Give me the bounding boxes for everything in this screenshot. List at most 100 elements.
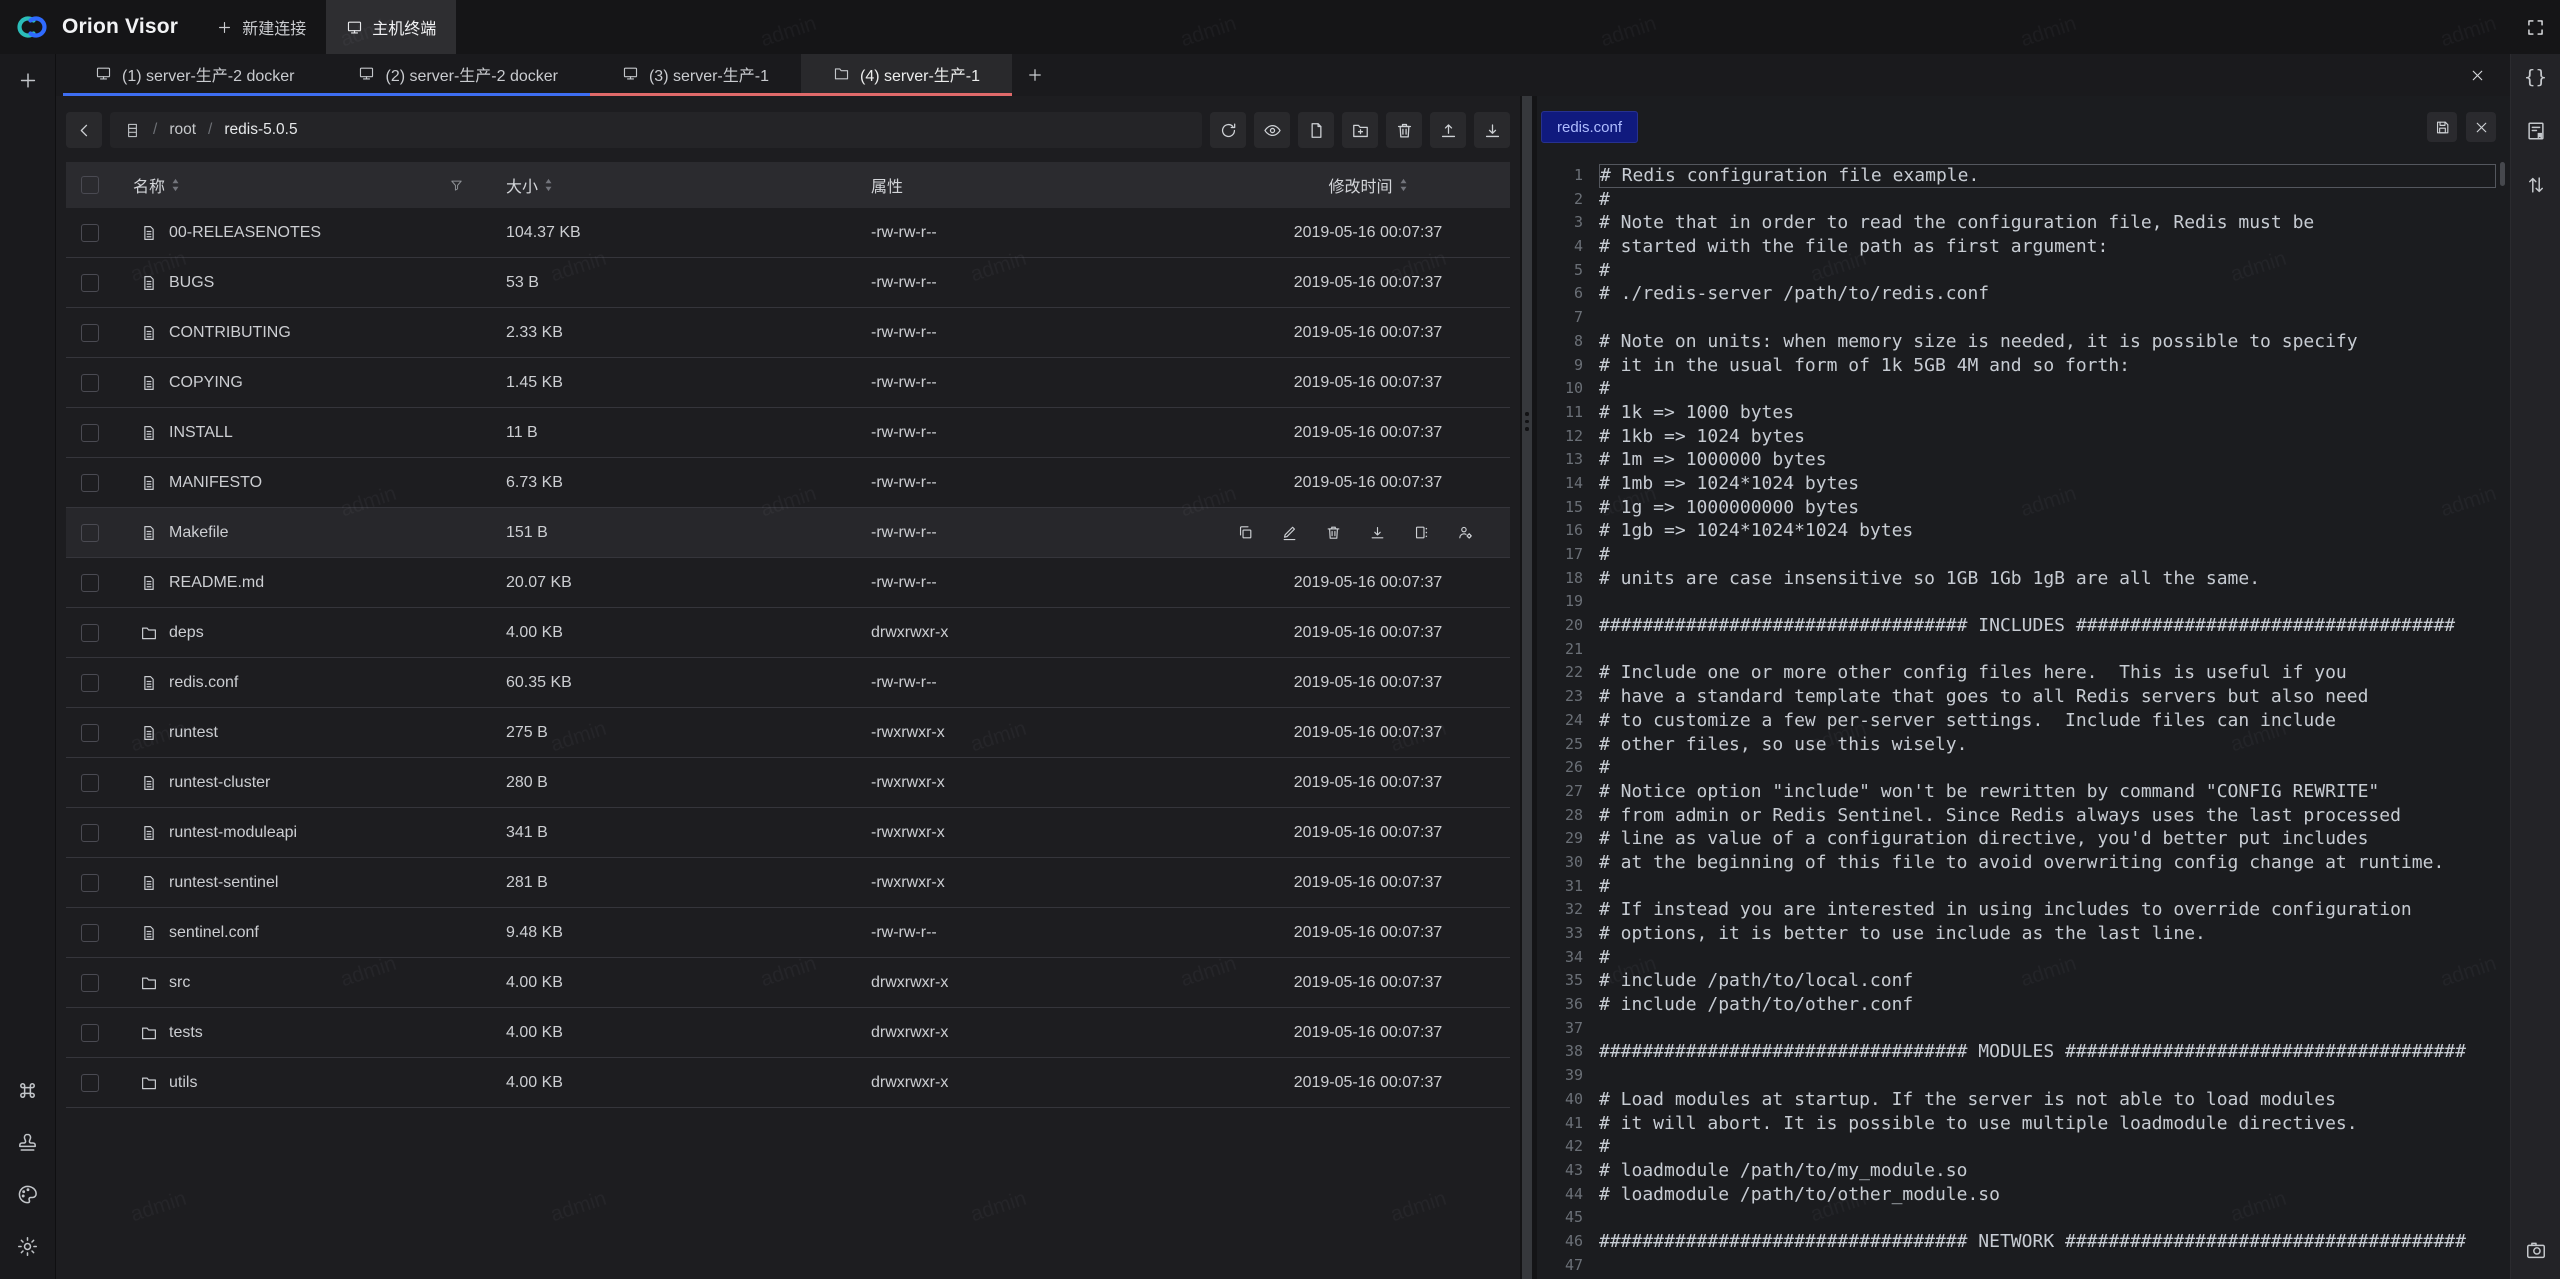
editor-line[interactable]: 39 — [1537, 1064, 2510, 1088]
file-row[interactable]: COPYING 1.45 KB -rw-rw-r-- 2019-05-16 00… — [66, 358, 1510, 408]
file-row[interactable]: 00-RELEASENOTES 104.37 KB -rw-rw-r-- 201… — [66, 208, 1510, 258]
file-row[interactable]: BUGS 53 B -rw-rw-r-- 2019-05-16 00:07:37 — [66, 258, 1510, 308]
editor-braces-button[interactable]: {} — [2519, 60, 2553, 94]
file-row[interactable]: src 4.00 KB drwxrwxr-x 2019-05-16 00:07:… — [66, 958, 1510, 1008]
download-button[interactable] — [1474, 112, 1510, 148]
editor-line[interactable]: 15 # 1g => 1000000000 bytes — [1537, 496, 2510, 520]
editor-line[interactable]: 43 # loadmodule /path/to/my_module.so — [1537, 1159, 2510, 1183]
row-checkbox[interactable] — [81, 424, 99, 442]
close-all-tabs-button[interactable] — [2460, 54, 2494, 96]
row-checkbox[interactable] — [81, 924, 99, 942]
editor-line[interactable]: 35 # include /path/to/local.conf — [1537, 969, 2510, 993]
row-checkbox[interactable] — [81, 474, 99, 492]
editor-line[interactable]: 23 # have a standard template that goes … — [1537, 685, 2510, 709]
row-checkbox[interactable] — [81, 524, 99, 542]
file-row[interactable]: MANIFESTO 6.73 KB -rw-rw-r-- 2019-05-16 … — [66, 458, 1510, 508]
sort-icon[interactable] — [544, 178, 553, 192]
tab-server-1[interactable]: (1) server-生产-2 docker — [63, 54, 326, 96]
file-row[interactable]: README.md 20.07 KB -rw-rw-r-- 2019-05-16… — [66, 558, 1510, 608]
row-checkbox[interactable] — [81, 1074, 99, 1092]
theme-button[interactable] — [11, 1177, 45, 1211]
delete-icon[interactable] — [1325, 524, 1342, 541]
editor-line[interactable]: 34 # — [1537, 946, 2510, 970]
editor-line[interactable]: 8 # Note on units: when memory size is n… — [1537, 330, 2510, 354]
column-header-size[interactable]: 大小 — [466, 173, 846, 197]
row-checkbox[interactable] — [81, 1024, 99, 1042]
editor-line[interactable]: 27 # Notice option "include" won't be re… — [1537, 780, 2510, 804]
file-row[interactable]: Makefile 151 B -rw-rw-r-- — [66, 508, 1510, 558]
editor-line[interactable]: 5 # — [1537, 259, 2510, 283]
file-row[interactable]: redis.conf 60.35 KB -rw-rw-r-- 2019-05-1… — [66, 658, 1510, 708]
move-icon[interactable] — [1413, 524, 1430, 541]
editor-line[interactable]: 2 # — [1537, 188, 2510, 212]
code-area[interactable]: 1 # Redis configuration file example. 2 … — [1537, 158, 2510, 1277]
file-row[interactable]: sentinel.conf 9.48 KB -rw-rw-r-- 2019-05… — [66, 908, 1510, 958]
sort-icon[interactable] — [1399, 178, 1408, 192]
row-checkbox[interactable] — [81, 724, 99, 742]
editor-line[interactable]: 14 # 1mb => 1024*1024 bytes — [1537, 472, 2510, 496]
editor-line[interactable]: 21 — [1537, 638, 2510, 662]
row-checkbox[interactable] — [81, 874, 99, 892]
editor-line[interactable]: 18 # units are case insensitive so 1GB 1… — [1537, 567, 2510, 591]
editor-file-tab[interactable]: redis.conf — [1541, 111, 1638, 143]
file-row[interactable]: tests 4.00 KB drwxrwxr-x 2019-05-16 00:0… — [66, 1008, 1510, 1058]
file-row[interactable]: deps 4.00 KB drwxrwxr-x 2019-05-16 00:07… — [66, 608, 1510, 658]
settings-button[interactable] — [11, 1229, 45, 1263]
file-row[interactable]: runtest-moduleapi 341 B -rwxrwxr-x 2019-… — [66, 808, 1510, 858]
row-checkbox[interactable] — [81, 974, 99, 992]
delete-button[interactable] — [1386, 112, 1422, 148]
breadcrumb-current[interactable]: redis-5.0.5 — [224, 121, 297, 139]
row-checkbox[interactable] — [81, 574, 99, 592]
breadcrumb-root[interactable]: root — [169, 121, 196, 139]
sort-icon[interactable] — [171, 178, 180, 192]
editor-line[interactable]: 40 # Load modules at startup. If the ser… — [1537, 1088, 2510, 1112]
editor-line[interactable]: 6 # ./redis-server /path/to/redis.conf — [1537, 282, 2510, 306]
row-checkbox[interactable] — [81, 274, 99, 292]
row-checkbox[interactable] — [81, 624, 99, 642]
copy-icon[interactable] — [1237, 524, 1254, 541]
editor-line[interactable]: 38 ################################## MO… — [1537, 1040, 2510, 1064]
editor-line[interactable]: 37 — [1537, 1017, 2510, 1041]
upload-button[interactable] — [1430, 112, 1466, 148]
download-icon[interactable] — [1369, 524, 1386, 541]
row-checkbox[interactable] — [81, 374, 99, 392]
menu-host-terminal[interactable]: 主机终端 — [326, 0, 456, 54]
splitter-drag-handle[interactable] — [1525, 412, 1529, 431]
editor-line[interactable]: 12 # 1kb => 1024 bytes — [1537, 425, 2510, 449]
editor-line[interactable]: 46 ################################## NE… — [1537, 1230, 2510, 1254]
file-row[interactable]: CONTRIBUTING 2.33 KB -rw-rw-r-- 2019-05-… — [66, 308, 1510, 358]
permission-icon[interactable] — [1457, 524, 1474, 541]
editor-line[interactable]: 36 # include /path/to/other.conf — [1537, 993, 2510, 1017]
filter-icon[interactable] — [449, 178, 464, 193]
file-row[interactable]: runtest 275 B -rwxrwxr-x 2019-05-16 00:0… — [66, 708, 1510, 758]
row-checkbox[interactable] — [81, 824, 99, 842]
file-row[interactable]: runtest-cluster 280 B -rwxrwxr-x 2019-05… — [66, 758, 1510, 808]
editor-line[interactable]: 24 # to customize a few per-server setti… — [1537, 709, 2510, 733]
editor-line[interactable]: 13 # 1m => 1000000 bytes — [1537, 448, 2510, 472]
editor-line[interactable]: 7 — [1537, 306, 2510, 330]
toggle-hidden-files-button[interactable] — [1254, 112, 1290, 148]
new-connection-button[interactable] — [11, 63, 45, 97]
menu-new-connection[interactable]: 新建连接 — [196, 0, 326, 54]
editor-line[interactable]: 30 # at the beginning of this file to av… — [1537, 851, 2510, 875]
column-header-mtime[interactable]: 修改时间 — [1226, 173, 1510, 197]
row-checkbox[interactable] — [81, 674, 99, 692]
editor-line[interactable]: 4 # started with the file path as first … — [1537, 235, 2510, 259]
panel-scrollbar[interactable] — [1522, 96, 1532, 1279]
editor-line[interactable]: 45 — [1537, 1206, 2510, 1230]
editor-line[interactable]: 3 # Note that in order to read the confi… — [1537, 211, 2510, 235]
editor-line[interactable]: 41 # it will abort. It is possible to us… — [1537, 1112, 2510, 1136]
file-row[interactable]: runtest-sentinel 281 B -rwxrwxr-x 2019-0… — [66, 858, 1510, 908]
close-editor-button[interactable] — [2466, 112, 2496, 142]
editor-line[interactable]: 29 # line as value of a configuration di… — [1537, 827, 2510, 851]
editor-line[interactable]: 33 # options, it is better to use includ… — [1537, 922, 2510, 946]
select-all-checkbox[interactable] — [81, 176, 99, 194]
editor-line[interactable]: 1 # Redis configuration file example. — [1537, 164, 2510, 188]
shortcut-keys-button[interactable] — [11, 1073, 45, 1107]
editor-line[interactable]: 31 # — [1537, 875, 2510, 899]
transfer-list-button[interactable] — [2519, 168, 2553, 202]
edit-icon[interactable] — [1281, 524, 1298, 541]
save-button[interactable] — [2427, 112, 2457, 142]
editor-line[interactable]: 25 # other files, so use this wisely. — [1537, 733, 2510, 757]
tab-server-2[interactable]: (2) server-生产-2 docker — [326, 54, 589, 96]
